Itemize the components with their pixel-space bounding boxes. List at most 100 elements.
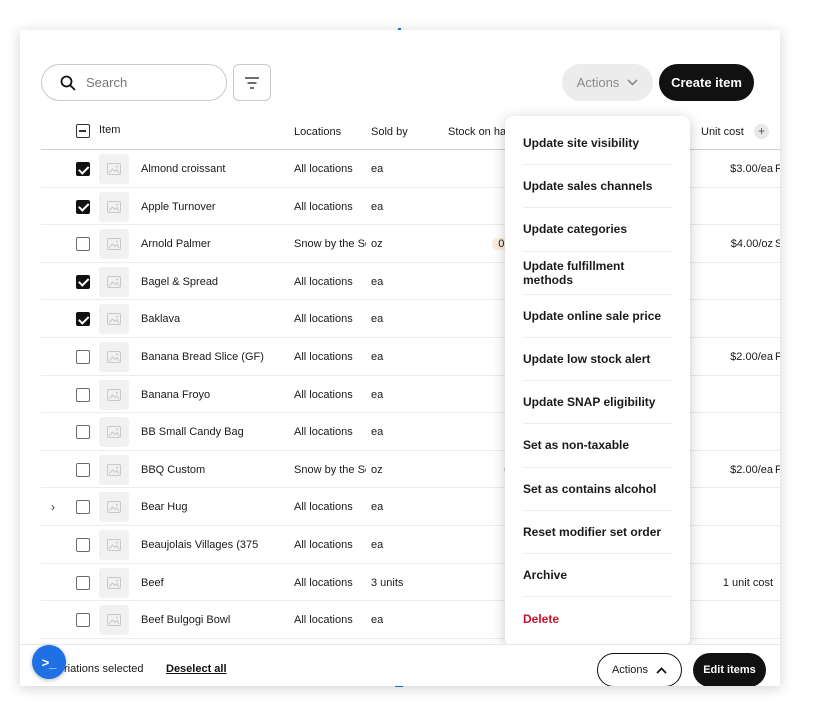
item-location: All locations: [294, 426, 353, 439]
row-checkbox[interactable]: [76, 349, 90, 364]
row-checkbox[interactable]: [76, 162, 90, 176]
selected-count: riations selected: [64, 663, 144, 675]
row-checkbox[interactable]: [76, 237, 90, 252]
image-placeholder-icon: [99, 567, 129, 598]
menu-item-delete[interactable]: Delete: [523, 597, 672, 640]
edit-items-label: Edit items: [703, 664, 756, 676]
col-item: Item: [99, 124, 121, 136]
item-location: All locations: [294, 501, 353, 514]
search-input[interactable]: [86, 75, 206, 90]
image-placeholder-icon: [99, 529, 129, 560]
item-name[interactable]: Arnold Palmer: [141, 238, 291, 250]
row-checkbox[interactable]: [76, 575, 90, 590]
image-placeholder-icon: [99, 154, 129, 184]
menu-item[interactable]: Update low stock alert: [523, 338, 672, 382]
actions-label: Actions: [611, 664, 649, 676]
item-location: All locations: [294, 313, 353, 326]
item-name[interactable]: Beef: [141, 577, 291, 589]
terminal-icon[interactable]: >_: [32, 645, 66, 679]
terminal-glyph: >_: [41, 654, 57, 670]
add-column-icon[interactable]: +: [754, 124, 769, 139]
col-sold-by[interactable]: Sold by: [371, 126, 408, 138]
col-stock[interactable]: Stock on ha: [448, 126, 506, 138]
item-name[interactable]: Banana Bread Slice (GF): [141, 351, 291, 363]
item-sold-by: ea: [371, 350, 384, 363]
row-checkbox[interactable]: [76, 387, 90, 402]
item-sold-by: ea: [371, 388, 384, 401]
item-sold-by: ea: [371, 501, 384, 514]
item-unit-cost: $2.00/ea: [730, 350, 773, 363]
item-name[interactable]: Bagel & Spread: [141, 276, 291, 288]
menu-item[interactable]: Update fulfillment methods: [523, 252, 672, 295]
item-name[interactable]: Apple Turnover: [141, 201, 291, 213]
row-checkbox[interactable]: [76, 425, 90, 440]
create-item-label: Create item: [671, 75, 742, 90]
row-checkbox[interactable]: [76, 274, 90, 289]
image-placeholder-icon: [99, 304, 129, 335]
row-checkbox[interactable]: [76, 312, 90, 327]
item-extra-col: S: [775, 238, 780, 251]
item-name[interactable]: BBQ Custom: [141, 464, 291, 476]
search-icon: [60, 75, 76, 90]
item-location: All locations: [294, 388, 353, 401]
row-checkbox[interactable]: [76, 537, 90, 552]
col-unit-cost[interactable]: Unit cost: [701, 126, 744, 138]
item-sold-by: ea: [371, 538, 384, 551]
item-extra-col: F: [775, 350, 780, 363]
image-placeholder-icon: [99, 266, 129, 297]
search-box[interactable]: [41, 64, 227, 101]
item-location: All locations: [294, 538, 353, 551]
item-unit-cost: $3.00/ea: [730, 163, 773, 175]
actions-menu-button[interactable]: Actions: [597, 653, 682, 686]
item-name[interactable]: Beef Bulgogi Bowl: [141, 614, 291, 626]
image-placeholder-icon: [99, 605, 129, 636]
menu-item[interactable]: Set as contains alcohol: [523, 468, 672, 511]
image-placeholder-icon: [99, 341, 129, 372]
menu-item[interactable]: Update SNAP eligibility: [523, 381, 672, 425]
image-placeholder-icon: [99, 379, 129, 410]
menu-item[interactable]: Archive: [523, 554, 672, 598]
expand-row-icon[interactable]: ›: [51, 500, 55, 514]
item-sold-by: ea: [371, 614, 384, 627]
select-all-checkbox[interactable]: [76, 124, 90, 138]
row-checkbox[interactable]: [76, 613, 90, 628]
item-sold-by: oz: [371, 463, 383, 476]
menu-item[interactable]: Reset modifier set order: [523, 511, 672, 554]
row-checkbox[interactable]: [76, 500, 90, 515]
item-name[interactable]: Bear Hug: [141, 501, 291, 513]
item-sold-by: 3 units: [371, 576, 404, 589]
row-checkbox[interactable]: [76, 199, 90, 214]
chevron-up-icon: [656, 666, 667, 674]
item-name[interactable]: Almond croissant: [141, 163, 291, 175]
deselect-all-link[interactable]: Deselect all: [166, 663, 227, 675]
item-sold-by: ea: [371, 200, 384, 213]
bulk-actions-menu: Update site visibility Update sales chann…: [505, 116, 690, 646]
item-name[interactable]: Baklava: [141, 313, 291, 325]
item-sold-by: ea: [371, 426, 384, 439]
actions-button-disabled[interactable]: Actions: [562, 64, 653, 101]
menu-item[interactable]: Update site visibility: [523, 122, 672, 166]
actions-label: Actions: [576, 75, 620, 90]
row-checkbox[interactable]: [76, 462, 90, 477]
image-placeholder-icon: [99, 229, 129, 260]
item-name[interactable]: Beaujolais Villages (375: [141, 539, 291, 551]
item-location: All locations: [294, 576, 353, 589]
edit-items-button[interactable]: Edit items: [693, 653, 766, 686]
image-placeholder-icon: [99, 417, 129, 448]
item-sold-by: ea: [371, 275, 384, 288]
item-location: All locations: [294, 163, 353, 175]
menu-item[interactable]: Update online sale price: [523, 295, 672, 338]
item-name[interactable]: BB Small Candy Bag: [141, 426, 291, 438]
menu-item[interactable]: Update sales channels: [523, 165, 672, 209]
menu-item[interactable]: Set as non-taxable: [523, 424, 672, 468]
create-item-button[interactable]: Create item: [659, 64, 754, 101]
filter-button[interactable]: [233, 64, 271, 101]
image-placeholder-icon: [99, 454, 129, 485]
item-extra-col: F: [775, 463, 780, 476]
item-location: Snow by the Se: [294, 238, 366, 251]
col-locations[interactable]: Locations: [294, 126, 341, 138]
item-sold-by: oz: [371, 238, 383, 251]
item-sold-by: ea: [371, 163, 384, 175]
menu-item[interactable]: Update categories: [523, 208, 672, 252]
item-name[interactable]: Banana Froyo: [141, 389, 291, 401]
